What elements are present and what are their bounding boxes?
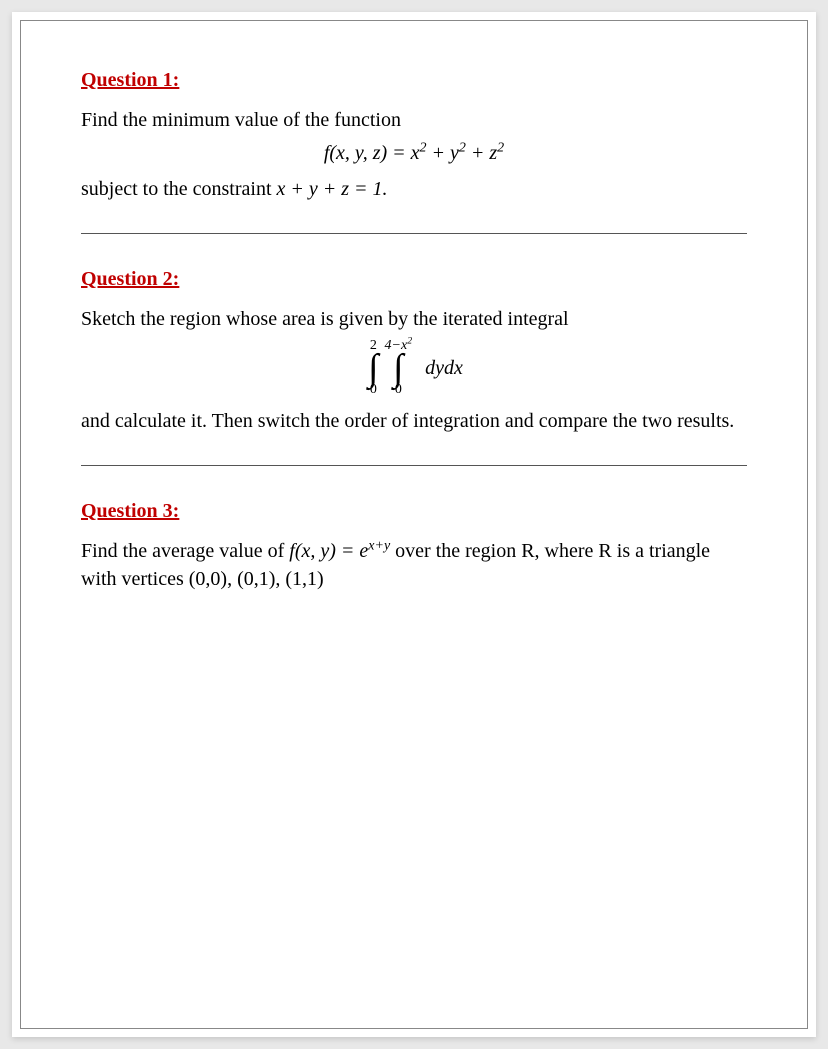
question-2-title: Question 2: <box>81 268 747 291</box>
inner-integral: 4−x2 ∫ 0 <box>385 339 413 397</box>
integral-symbol-2: ∫ <box>393 351 403 385</box>
question-3-prefix: Find the average value of <box>81 540 289 562</box>
outer-integral: 2 ∫ 0 <box>368 339 378 397</box>
divider-2 <box>81 465 747 466</box>
divider-1 <box>81 233 747 234</box>
page-outer: Question 1: Find the minimum value of th… <box>12 12 816 1037</box>
integrand: dydx <box>425 357 463 380</box>
inner-lower-limit: 0 <box>395 383 402 397</box>
question-3-line1: Find the average value of f(x, y) = ex+y… <box>81 537 747 593</box>
question-2-line2: and calculate it. Then switch the order … <box>81 407 747 435</box>
question-1-title: Question 1: <box>81 69 747 92</box>
integral-symbol-1: ∫ <box>368 351 378 385</box>
question-1-constraint: x + y + z = 1. <box>277 178 388 200</box>
question-3-title: Question 3: <box>81 500 747 523</box>
question-1-line2: subject to the constraint x + y + z = 1. <box>81 175 747 203</box>
question-2-integral: 2 ∫ 0 4−x2 ∫ 0 dydx <box>81 339 747 397</box>
outer-lower-limit: 0 <box>370 383 377 397</box>
page-inner: Question 1: Find the minimum value of th… <box>20 20 808 1029</box>
question-2-line1: Sketch the region whose area is given by… <box>81 305 747 333</box>
question-1-line1: Find the minimum value of the function <box>81 106 747 134</box>
question-1-line2-prefix: subject to the constraint <box>81 178 277 200</box>
question-3-function: f(x, y) = ex+y <box>289 540 390 562</box>
question-1-equation: f(x, y, z) = x2 + y2 + z2 <box>81 142 747 165</box>
